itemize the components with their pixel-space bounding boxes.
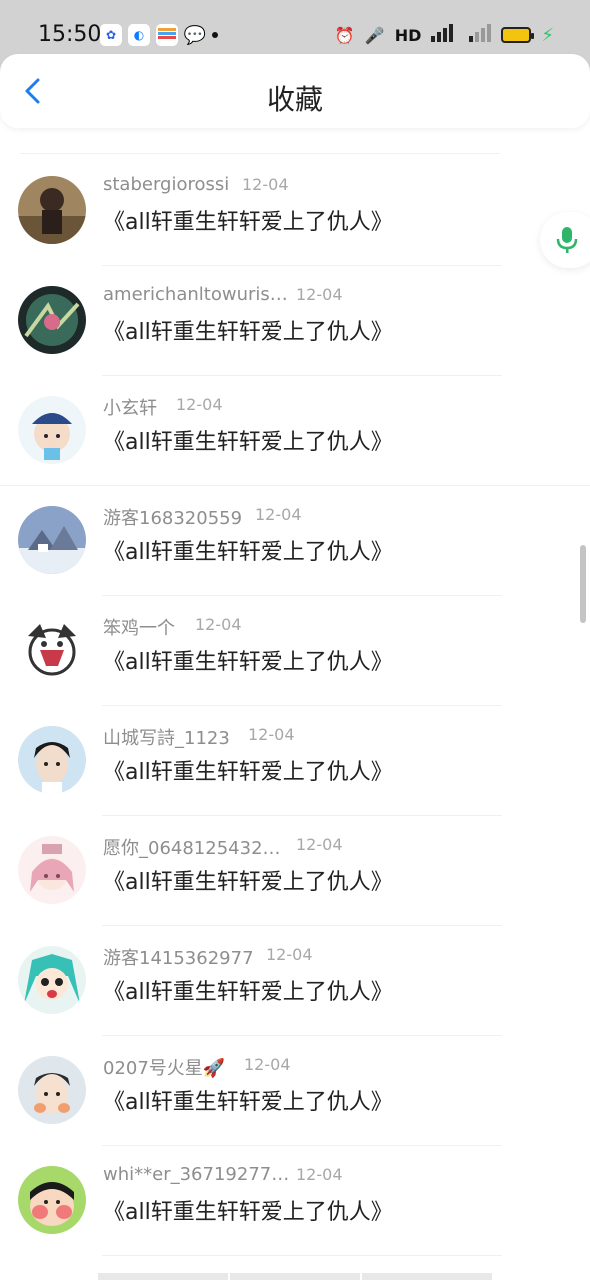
date: 12-04 xyxy=(255,505,302,524)
list-item[interactable]: 游客168320559 12-04 《all轩重生轩轩爱上了仇人》 xyxy=(0,486,590,596)
date: 12-04 xyxy=(176,395,223,414)
item-title[interactable]: 《all轩重生轩轩爱上了仇人》 xyxy=(103,204,393,236)
avatar[interactable] xyxy=(18,286,86,354)
bottom-bar xyxy=(98,1273,492,1280)
tag-app-icon xyxy=(156,24,178,46)
baidu-app-icon: ✿ xyxy=(100,24,122,46)
list-item[interactable]: whi**er_36719277… 12-04 《all轩重生轩轩爱上了仇人》 xyxy=(0,1146,590,1256)
username[interactable]: 游客1415362977 xyxy=(103,944,254,970)
divider xyxy=(102,1255,502,1256)
item-title[interactable]: 《all轩重生轩轩爱上了仇人》 xyxy=(103,754,393,786)
microphone-icon xyxy=(556,227,578,253)
date: 12-04 xyxy=(266,945,313,964)
avatar[interactable] xyxy=(18,616,86,684)
hd-label: HD xyxy=(394,25,422,45)
status-time: 15:50 xyxy=(38,22,102,47)
more-notifications-icon xyxy=(212,32,218,38)
list-item[interactable]: 笨鸡一个 12-04 《all轩重生轩轩爱上了仇人》 xyxy=(0,596,590,706)
item-title[interactable]: 《all轩重生轩轩爱上了仇人》 xyxy=(103,1084,393,1116)
date: 12-04 xyxy=(296,1165,343,1184)
divider xyxy=(20,153,500,154)
avatar[interactable] xyxy=(18,506,86,574)
list-item[interactable]: 0207号火星🚀 12-04 《all轩重生轩轩爱上了仇人》 xyxy=(0,1036,590,1146)
item-title[interactable]: 《all轩重生轩轩爱上了仇人》 xyxy=(103,314,393,346)
status-app-icons: ✿ ◐ 💬 xyxy=(100,24,218,46)
username[interactable]: 0207号火星🚀 xyxy=(103,1054,225,1080)
app-header: 收藏 xyxy=(0,54,590,128)
list-item[interactable]: 愿你_0648125432… 12-04 《all轩重生轩轩爱上了仇人》 xyxy=(0,816,590,926)
avatar[interactable] xyxy=(18,1056,86,1124)
charging-icon: ⚡ xyxy=(541,24,554,46)
avatar[interactable] xyxy=(18,946,86,1014)
alarm-icon: ⏰ xyxy=(334,25,355,45)
username[interactable]: americhanltowuris… xyxy=(103,284,288,305)
mic-status-icon: 🎤 xyxy=(364,25,385,45)
avatar[interactable] xyxy=(18,836,86,904)
date: 12-04 xyxy=(242,175,289,194)
username[interactable]: stabergiorossi xyxy=(103,174,229,195)
username[interactable]: 游客168320559 xyxy=(103,504,242,530)
date: 12-04 xyxy=(296,835,343,854)
username[interactable]: 山城写詩_1123 xyxy=(103,724,230,750)
date: 12-04 xyxy=(248,725,295,744)
date: 12-04 xyxy=(244,1055,291,1074)
item-title[interactable]: 《all轩重生轩轩爱上了仇人》 xyxy=(103,974,393,1006)
scrollbar-thumb[interactable] xyxy=(580,545,586,623)
signal-2-icon xyxy=(469,24,492,46)
voice-input-button[interactable] xyxy=(540,212,590,268)
item-title[interactable]: 《all轩重生轩轩爱上了仇人》 xyxy=(103,424,393,456)
username[interactable]: 笨鸡一个 xyxy=(103,614,175,640)
username[interactable]: 愿你_0648125432… xyxy=(103,834,281,860)
signal-icon xyxy=(431,24,459,46)
username[interactable]: whi**er_36719277… xyxy=(103,1164,289,1185)
item-title[interactable]: 《all轩重生轩轩爱上了仇人》 xyxy=(103,534,393,566)
list-item[interactable]: 小玄轩 12-04 《all轩重生轩轩爱上了仇人》 xyxy=(0,376,590,486)
item-title[interactable]: 《all轩重生轩轩爱上了仇人》 xyxy=(103,1194,393,1226)
list-item[interactable]: 山城写詩_1123 12-04 《all轩重生轩轩爱上了仇人》 xyxy=(0,706,590,816)
wechat-app-icon: 💬 xyxy=(183,24,207,46)
list-item[interactable]: 游客1415362977 12-04 《all轩重生轩轩爱上了仇人》 xyxy=(0,926,590,1036)
page-title: 收藏 xyxy=(266,83,323,116)
item-title[interactable]: 《all轩重生轩轩爱上了仇人》 xyxy=(103,864,393,896)
status-right: ⏰ 🎤 HD ⚡ xyxy=(335,24,554,46)
date: 12-04 xyxy=(195,615,242,634)
username[interactable]: 小玄轩 xyxy=(103,394,157,420)
date: 12-04 xyxy=(296,285,343,304)
list-item[interactable]: stabergiorossi 12-04 《all轩重生轩轩爱上了仇人》 xyxy=(0,156,590,266)
list-item[interactable]: americhanltowuris… 12-04 《all轩重生轩轩爱上了仇人》 xyxy=(0,266,590,376)
browser-app-icon: ◐ xyxy=(128,24,150,46)
avatar[interactable] xyxy=(18,176,86,244)
avatar[interactable] xyxy=(18,726,86,794)
avatar[interactable] xyxy=(18,1166,86,1234)
avatar[interactable] xyxy=(18,396,86,464)
battery-icon xyxy=(501,27,535,43)
item-title[interactable]: 《all轩重生轩轩爱上了仇人》 xyxy=(103,644,393,676)
